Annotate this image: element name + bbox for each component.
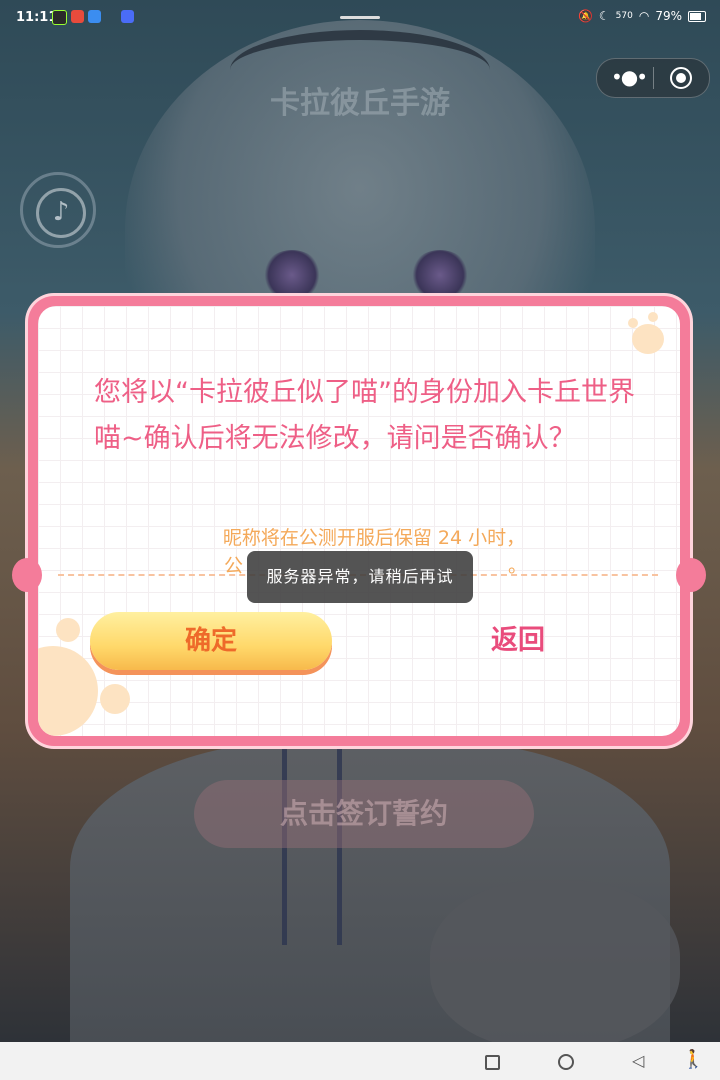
dialog-body: 您将以“卡拉彼丘似了喵”的身份加入卡丘世界喵~确认后将无法修改，请问是否确认？ …: [38, 306, 680, 736]
capsule-divider: [653, 67, 654, 89]
dialog-message: 您将以“卡拉彼丘似了喵”的身份加入卡丘世界喵~确认后将无法修改，请问是否确认？: [94, 377, 635, 454]
home-icon[interactable]: [558, 1054, 574, 1070]
paw-toe-icon: [648, 312, 658, 322]
status-indicators: 🔕 ☾ 570 ◠ 79%: [578, 9, 706, 23]
status-app-icons: [52, 10, 134, 25]
moon-icon: ☾: [598, 9, 610, 23]
ticket-notch-right: [676, 558, 706, 592]
mute-icon: 🔕: [577, 9, 593, 23]
more-dots-icon[interactable]: •●•: [611, 67, 648, 88]
battery-icon: [688, 10, 706, 22]
note-line-1: 昵称将在公测开服后保留 24 小时，: [222, 527, 526, 549]
back-triangle-icon[interactable]: ◁: [632, 1051, 644, 1070]
status-bar: 11:11 🔕 ☾ 570 ◠ 79%: [0, 0, 720, 34]
window-handle[interactable]: [340, 16, 380, 19]
system-nav-bar: ◁ 🚶: [0, 1042, 720, 1080]
character-hand: [430, 880, 680, 1042]
mini-program-capsule: •●•: [596, 58, 710, 98]
paw-toe-icon: [100, 684, 130, 714]
paw-toe-icon: [56, 618, 80, 642]
accessibility-icon[interactable]: 🚶: [682, 1049, 704, 1070]
paw-print-icon: [632, 324, 664, 354]
paw-toe-icon: [628, 318, 638, 328]
confirm-button[interactable]: 确定: [90, 612, 332, 670]
network-speed: 570: [615, 11, 633, 21]
app-notification-icon: [121, 10, 134, 23]
music-note-icon: ♪: [36, 188, 86, 238]
confirm-dialog: 您将以“卡拉彼丘似了喵”的身份加入卡丘世界喵~确认后将无法修改，请问是否确认？ …: [12, 296, 706, 746]
battery-level: 79%: [655, 9, 682, 23]
paw-print-icon: [38, 646, 98, 736]
wifi-icon: ◠: [638, 9, 650, 23]
music-toggle-button[interactable]: ♪: [20, 172, 96, 248]
app-notification-icon: [71, 10, 84, 23]
target-circle-icon[interactable]: [670, 67, 692, 89]
app-notification-icon: [52, 10, 67, 25]
character-eye-left: [262, 250, 322, 300]
back-button[interactable]: 返回: [468, 612, 568, 670]
error-toast: 服务器异常，请稍后再试: [247, 551, 473, 603]
game-screen: 11:11 🔕 ☾ 570 ◠ 79% 卡拉彼丘手游 •●• ♪ 点击签订誓约: [0, 0, 720, 1042]
recent-apps-icon[interactable]: [485, 1055, 500, 1070]
character-eye-right: [410, 250, 470, 300]
chat-notification-icon: [88, 10, 101, 23]
sign-oath-button[interactable]: 点击签订誓约: [194, 780, 534, 848]
ticket-notch-left: [12, 558, 42, 592]
